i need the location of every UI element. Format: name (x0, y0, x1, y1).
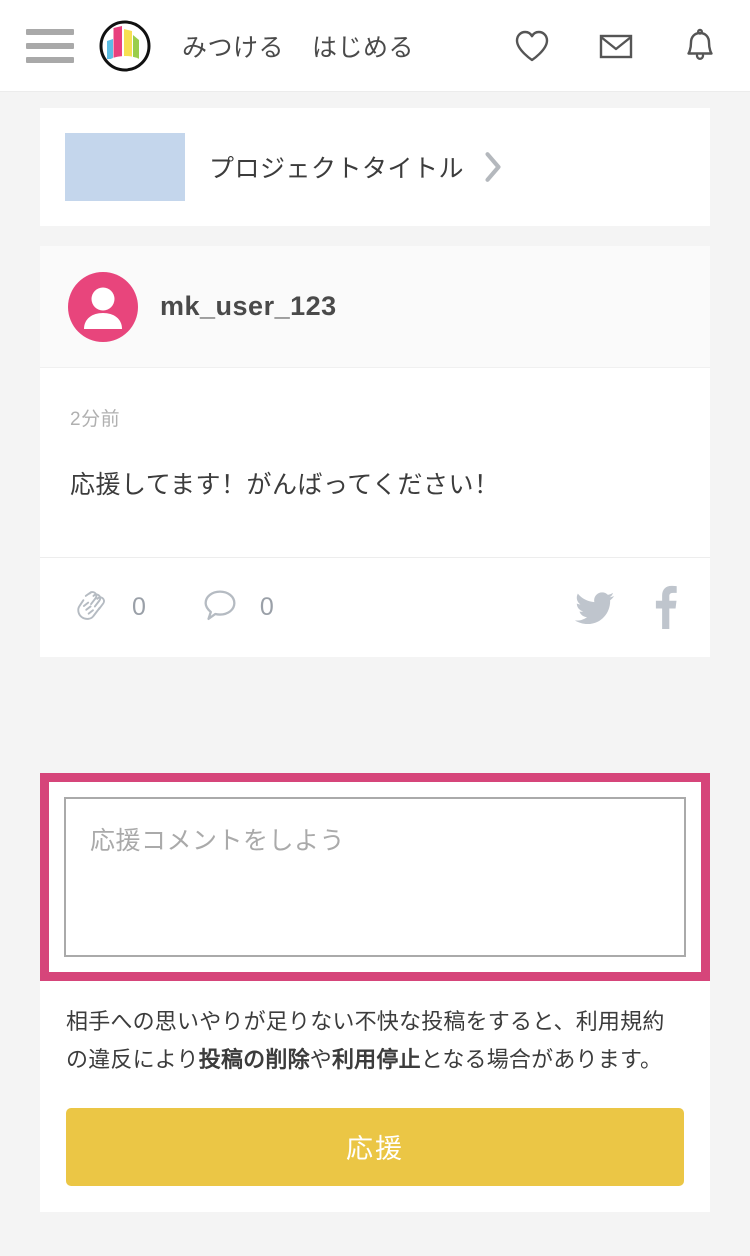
clap-count: 0 (132, 592, 146, 621)
page-content: プロジェクトタイトル mk_user_123 2分前 応援してます！がんばってく… (0, 108, 750, 1212)
comment-bubble-icon (198, 583, 242, 632)
chevron-right-icon (482, 150, 504, 184)
comment-input-focus-frame (40, 772, 710, 981)
app-root: みつける はじめる プロジェクトタイトル mk_user_123 2分前 応援し… (0, 0, 750, 1256)
clap-icon (70, 583, 114, 632)
nav-item-discover[interactable]: みつける (182, 28, 284, 64)
comment-input[interactable] (64, 796, 686, 957)
posting-guidelines-notice: 相手への思いやりが足りない不快な投稿をすると、利用規約の違反により投稿の削除や利… (40, 981, 710, 1080)
post-action-bar: 0 0 (40, 556, 710, 657)
twitter-icon[interactable] (572, 584, 618, 630)
hamburger-menu-icon[interactable] (26, 28, 74, 63)
site-header: みつける はじめる (0, 0, 750, 92)
hamburger-bar (26, 28, 74, 35)
header-icon-group (510, 24, 722, 68)
hamburger-bar (26, 56, 74, 63)
comment-post-card: mk_user_123 2分前 応援してます！がんばってください！ 0 0 (40, 246, 710, 657)
bell-icon[interactable] (678, 24, 722, 68)
project-thumbnail (65, 133, 185, 201)
nav-item-start[interactable]: はじめる (312, 28, 414, 64)
post-timestamp: 2分前 (70, 409, 121, 430)
post-header: mk_user_123 (40, 246, 710, 368)
hamburger-bar (26, 42, 74, 49)
notice-part-2: や (309, 1047, 332, 1072)
clap-action[interactable]: 0 (70, 583, 146, 632)
submit-area: 応援 (40, 1080, 710, 1186)
envelope-icon[interactable] (594, 24, 638, 68)
user-avatar-icon[interactable] (68, 271, 138, 342)
makuake-logo-icon[interactable] (98, 19, 152, 73)
share-buttons (572, 584, 680, 630)
comment-action[interactable]: 0 (198, 583, 274, 632)
heart-icon[interactable] (510, 24, 554, 68)
primary-nav: みつける はじめる (182, 28, 414, 64)
post-username[interactable]: mk_user_123 (160, 291, 337, 322)
project-link-card[interactable]: プロジェクトタイトル (40, 108, 710, 226)
project-title: プロジェクトタイトル (209, 155, 465, 183)
notice-bold-suspend: 利用停止 (331, 1047, 421, 1072)
submit-cheer-button[interactable]: 応援 (66, 1107, 684, 1186)
post-body: 2分前 応援してます！がんばってください！ (40, 368, 710, 557)
comment-form-card: 相手への思いやりが足りない不快な投稿をすると、利用規約の違反により投稿の削除や利… (40, 772, 710, 1212)
facebook-icon[interactable] (650, 584, 680, 630)
comment-count: 0 (259, 592, 274, 621)
notice-part-3: となる場合があります。 (420, 1047, 663, 1072)
notice-bold-delete: 投稿の削除 (198, 1047, 310, 1072)
post-text: 応援してます！がんばってください！ (70, 471, 500, 499)
